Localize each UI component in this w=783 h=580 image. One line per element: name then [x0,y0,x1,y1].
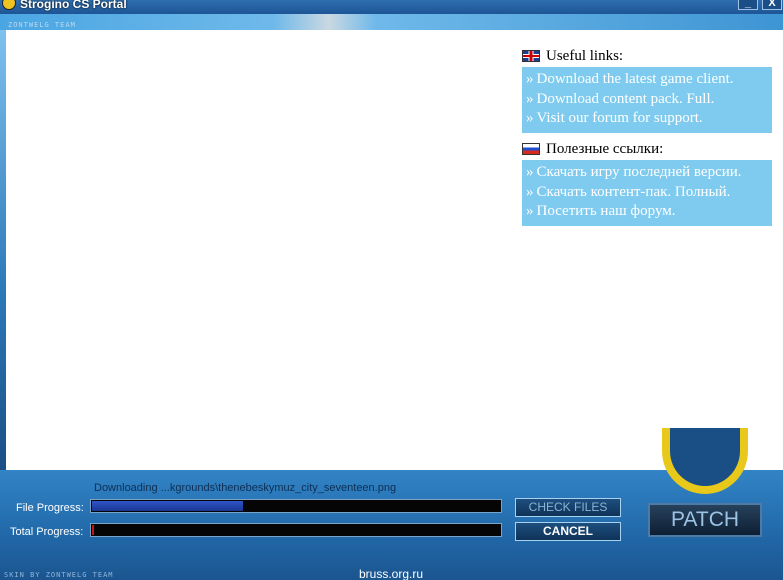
links-heading-text: Полезные ссылки: [546,141,664,157]
total-progress-fill [92,525,94,535]
double-arrow-icon: » [526,71,534,87]
skin-credit-bottom: SKIN BY ZONTWELG TEAM [4,571,114,579]
close-button[interactable]: X [762,0,782,10]
double-arrow-icon: » [526,203,534,219]
link-download-content-ru[interactable]: » Скачать контент-пак. Полный. [526,183,772,203]
check-files-button[interactable]: CHECK FILES [515,498,621,517]
double-arrow-icon: » [526,110,534,126]
total-progress-bar [90,523,502,537]
app-window: Strogino CS Portal _ X ZONTWELG TEAM Use… [0,0,783,580]
link-visit-forum[interactable]: » Visit our forum for support. [526,109,772,129]
double-arrow-icon: » [526,90,534,107]
links-heading-en: Useful links: [522,47,772,65]
link-download-client[interactable]: » Download the latest game client. [526,70,772,90]
news-panel: Useful links: » Download the latest game … [6,30,783,470]
links-box-en: » Download the latest game client. » Downl… [522,67,772,133]
link-label: Download the latest game client. [536,71,734,87]
link-label: Скачать контент-пак. Полный. [536,183,731,200]
skin-credit-top: ZONTWELG TEAM [8,21,76,29]
title-bar[interactable]: Strogino CS Portal _ X [0,0,783,14]
window-title: Strogino CS Portal [20,0,127,11]
minimize-button[interactable]: _ [738,0,758,10]
link-label: Download content pack. Full. [536,90,715,107]
download-status: Downloading ...kgrounds\thenebeskymuz_ci… [94,482,397,494]
link-label: Visit our forum for support. [536,110,703,126]
total-progress-label: Total Progress: [10,526,84,538]
useful-links-ru: Полезные ссылки: » Скачать игру последней… [522,140,772,226]
link-download-content[interactable]: » Download content pack. Full. [526,90,772,110]
patch-button[interactable]: PATCH [648,503,762,537]
double-arrow-icon: » [526,164,534,180]
link-download-client-ru[interactable]: » Скачать игру последней версии. [526,163,772,183]
uk-flag-icon [522,50,540,62]
cancel-button[interactable]: CANCEL [515,522,621,541]
header-decoration [0,14,783,30]
site-link[interactable]: bruss.org.ru [359,567,423,580]
link-visit-forum-ru[interactable]: » Посетить наш форум. [526,202,772,222]
app-logo-icon [2,0,16,10]
double-arrow-icon: » [526,183,534,200]
link-label: Скачать игру последней версии. [536,164,742,180]
russia-flag-icon [522,143,540,155]
file-progress-fill [92,501,243,511]
links-box-ru: » Скачать игру последней версии. » Скачать… [522,160,772,226]
links-heading-text: Useful links: [546,48,624,64]
link-label: Посетить наш форум. [536,203,676,219]
useful-links-en: Useful links: » Download the latest game … [522,47,772,133]
file-progress-label: File Progress: [16,502,84,514]
file-progress-bar [90,499,502,513]
links-heading-ru: Полезные ссылки: [522,140,772,158]
